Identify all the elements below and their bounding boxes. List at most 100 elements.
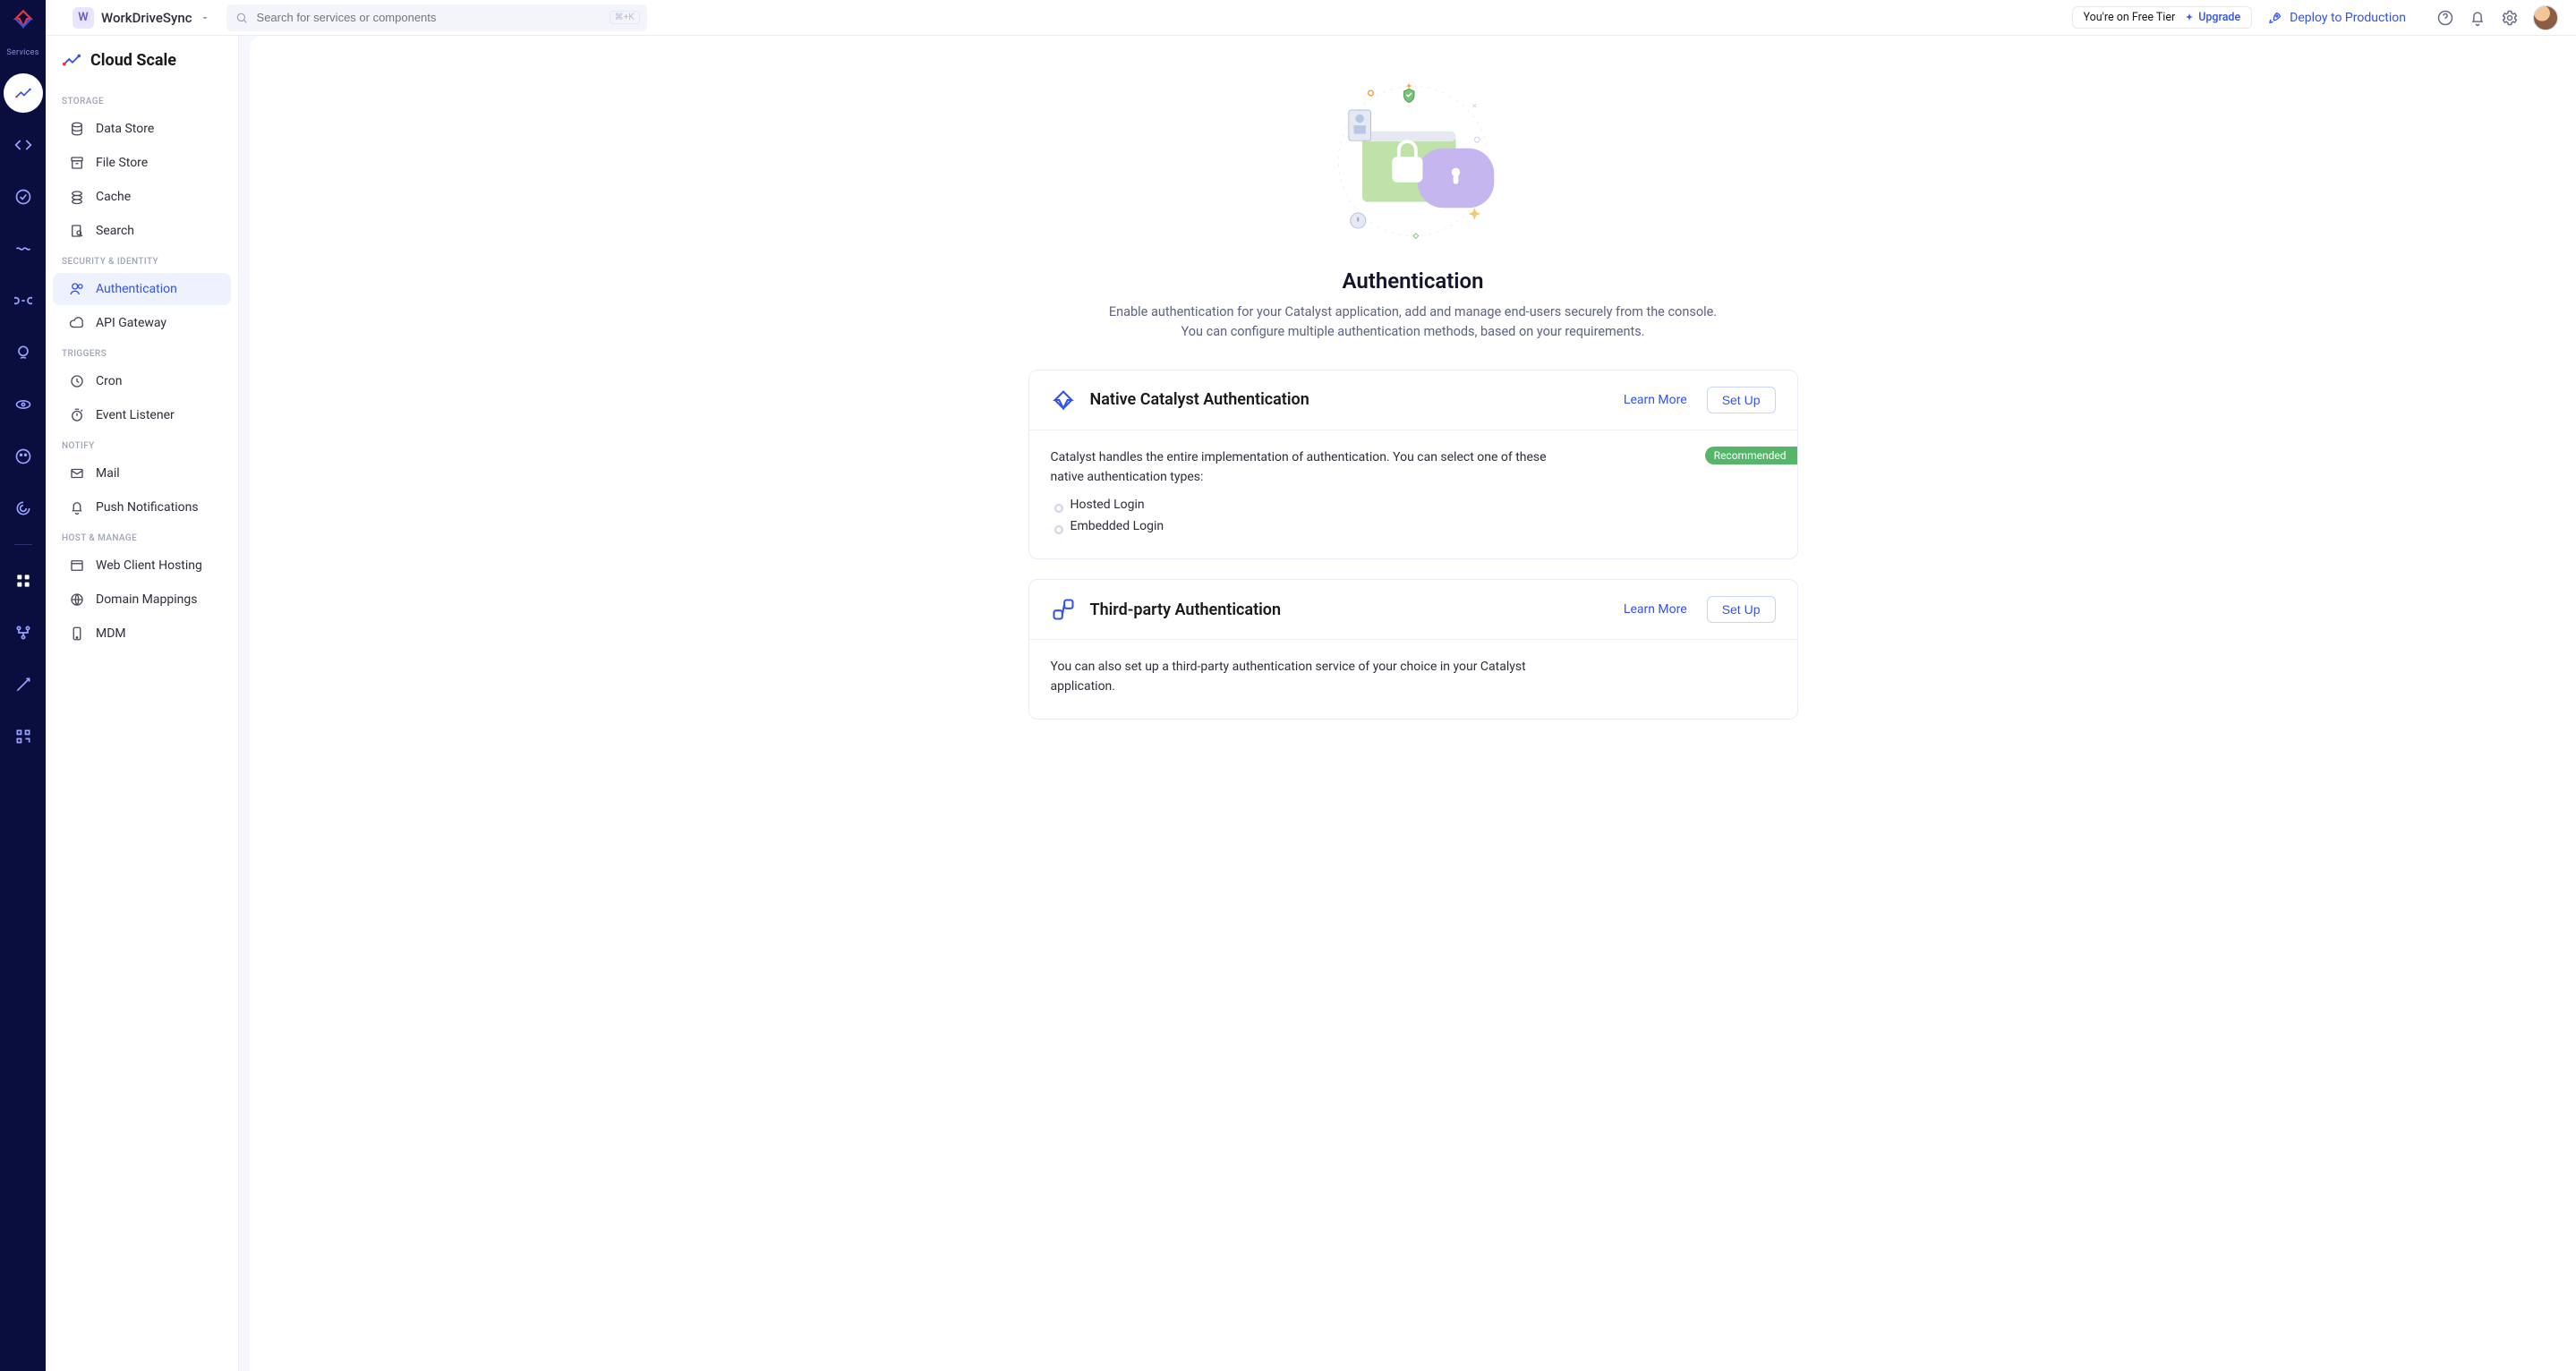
sidebar-item-label: Domain Mappings bbox=[96, 592, 197, 607]
sidebar-item-search[interactable]: Search bbox=[53, 215, 231, 247]
thirdparty-auth-icon bbox=[1051, 597, 1076, 622]
sidebar-item-web-client-hosting[interactable]: Web Client Hosting bbox=[53, 549, 231, 582]
mobile-icon bbox=[69, 626, 85, 642]
sidebar-item-label: Cron bbox=[96, 374, 122, 388]
users-icon bbox=[69, 281, 85, 297]
search-input[interactable] bbox=[257, 11, 638, 24]
sidebar-item-domain-mappings[interactable]: Domain Mappings bbox=[53, 583, 231, 616]
setup-button[interactable]: Set Up bbox=[1707, 596, 1776, 623]
rail-divider bbox=[14, 544, 32, 545]
rail-item-cloud-scale[interactable] bbox=[4, 73, 43, 113]
main-panel: Authentication Enable authentication for… bbox=[250, 36, 2576, 1371]
search-shortcut: ⌘+K bbox=[610, 11, 640, 24]
learn-more-link[interactable]: Learn More bbox=[1624, 602, 1687, 617]
sidebar-item-data-store[interactable]: Data Store bbox=[53, 113, 231, 145]
upgrade-button[interactable]: Upgrade bbox=[2184, 11, 2240, 24]
sidebar-item-label: MDM bbox=[96, 626, 126, 641]
hero-illustration bbox=[1028, 63, 1798, 268]
sidebar-brand: Cloud Scale bbox=[46, 36, 238, 88]
database-icon bbox=[69, 121, 85, 137]
rail-services-label: Services bbox=[6, 48, 38, 57]
sidebar-item-label: Push Notifications bbox=[96, 500, 199, 515]
card-title: Third-party Authentication bbox=[1090, 600, 1609, 619]
section-label-host: HOST & MANAGE bbox=[46, 524, 238, 549]
user-avatar[interactable] bbox=[2533, 5, 2558, 30]
sidebar-item-label: File Store bbox=[96, 156, 148, 170]
recommended-badge: Recommended bbox=[1705, 447, 1797, 464]
rail-item-apps-grid[interactable] bbox=[4, 561, 43, 600]
rail-item-check-sparkle[interactable] bbox=[4, 177, 43, 217]
rail-item-wand[interactable] bbox=[4, 665, 43, 704]
card-description: Catalyst handles the entire implementati… bbox=[1051, 448, 1552, 487]
bell-icon bbox=[69, 499, 85, 515]
stopwatch-icon bbox=[69, 407, 85, 423]
sidebar-item-cache[interactable]: Cache bbox=[53, 181, 231, 213]
tier-text: You're on Free Tier bbox=[2084, 11, 2176, 24]
page-description: Enable authentication for your Catalyst … bbox=[1091, 302, 1736, 343]
sidebar-item-label: Search bbox=[96, 224, 134, 238]
card-native-auth: Native Catalyst Authentication Learn Mor… bbox=[1028, 370, 1798, 559]
layers-icon bbox=[69, 189, 85, 205]
rail-item-head[interactable] bbox=[4, 333, 43, 372]
rail-item-waves[interactable] bbox=[4, 229, 43, 268]
sidebar-item-cron[interactable]: Cron bbox=[53, 365, 231, 397]
tier-pill: You're on Free Tier Upgrade bbox=[2072, 6, 2253, 29]
learn-more-link[interactable]: Learn More bbox=[1624, 393, 1687, 407]
content-column: W WorkDriveSync ⌘+K You're on Free Tier … bbox=[239, 0, 2576, 1371]
sidebar-item-authentication[interactable]: Authentication bbox=[53, 273, 231, 305]
deploy-button[interactable]: Deploy to Production bbox=[2268, 11, 2406, 25]
chevron-down-icon bbox=[200, 13, 210, 23]
search-doc-icon bbox=[69, 223, 85, 239]
rocket-icon bbox=[2268, 11, 2282, 25]
settings-icon[interactable] bbox=[2501, 9, 2519, 27]
sidebar-item-mail[interactable]: Mail bbox=[53, 457, 231, 490]
sidebar-item-label: Web Client Hosting bbox=[96, 558, 202, 573]
global-search[interactable]: ⌘+K bbox=[226, 4, 647, 31]
notifications-icon[interactable] bbox=[2469, 9, 2486, 27]
rail-item-qr[interactable] bbox=[4, 717, 43, 756]
rail-item-code[interactable] bbox=[4, 125, 43, 165]
sidebar-item-label: Data Store bbox=[96, 122, 154, 136]
project-switcher[interactable]: W WorkDriveSync bbox=[73, 7, 210, 29]
topbar: W WorkDriveSync ⌘+K You're on Free Tier … bbox=[46, 0, 2576, 36]
auth-hero-icon bbox=[1328, 72, 1498, 251]
native-auth-icon bbox=[1051, 387, 1076, 413]
rail-item-galaxy[interactable] bbox=[4, 489, 43, 528]
rail-item-nodes[interactable] bbox=[4, 613, 43, 652]
project-initial: W bbox=[73, 7, 94, 29]
rail-item-infinity[interactable] bbox=[4, 281, 43, 320]
card-description: You can also set up a third-party authen… bbox=[1051, 658, 1552, 696]
topbar-icons bbox=[2422, 5, 2558, 30]
browser-icon bbox=[69, 558, 85, 574]
page-title: Authentication bbox=[1028, 268, 1798, 294]
section-label-notify: NOTIFY bbox=[46, 432, 238, 456]
mail-icon bbox=[69, 465, 85, 481]
globe-icon bbox=[69, 592, 85, 608]
nav-rail: Services bbox=[0, 0, 46, 1371]
project-name: WorkDriveSync bbox=[101, 10, 192, 26]
help-icon[interactable] bbox=[2436, 9, 2454, 27]
sidebar: Cloud Scale STORAGE Data Store File Stor… bbox=[46, 0, 239, 1371]
sidebar-item-event-listener[interactable]: Event Listener bbox=[53, 399, 231, 431]
sidebar-brand-label: Cloud Scale bbox=[90, 51, 176, 70]
card-thirdparty-auth: Third-party Authentication Learn More Se… bbox=[1028, 579, 1798, 719]
setup-button[interactable]: Set Up bbox=[1707, 387, 1776, 413]
archive-icon bbox=[69, 155, 85, 171]
clock-icon bbox=[69, 373, 85, 389]
sidebar-item-api-gateway[interactable]: API Gateway bbox=[53, 307, 231, 339]
brand-logo-icon[interactable] bbox=[12, 7, 35, 30]
search-icon bbox=[235, 12, 248, 24]
sparkle-icon bbox=[2184, 13, 2195, 23]
sidebar-item-file-store[interactable]: File Store bbox=[53, 147, 231, 179]
section-label-triggers: TRIGGERS bbox=[46, 340, 238, 364]
rail-item-face[interactable] bbox=[4, 437, 43, 476]
cloud-icon bbox=[69, 315, 85, 331]
sidebar-item-label: Cache bbox=[96, 190, 131, 204]
cloud-scale-icon bbox=[62, 50, 81, 70]
card-title: Native Catalyst Authentication bbox=[1090, 390, 1609, 409]
rail-item-orbit[interactable] bbox=[4, 385, 43, 424]
sidebar-item-mdm[interactable]: MDM bbox=[53, 617, 231, 650]
sidebar-item-label: Authentication bbox=[96, 282, 177, 296]
sidebar-item-push-notifications[interactable]: Push Notifications bbox=[53, 491, 231, 524]
sidebar-item-label: Event Listener bbox=[96, 408, 175, 422]
